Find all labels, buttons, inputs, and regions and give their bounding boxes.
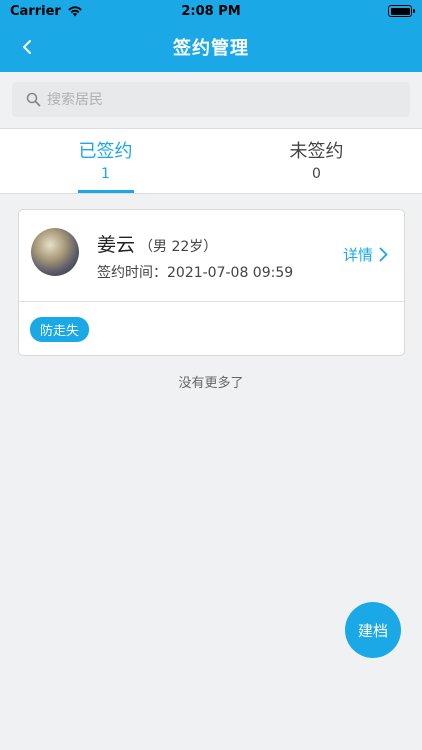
resident-card[interactable]: 姜云 （男 22岁） 签约时间：2021-07-08 09:59 详情 防走失	[18, 209, 405, 356]
battery-icon	[388, 5, 415, 17]
tag-badge: 防走失	[30, 316, 90, 342]
detail-label: 详情	[342, 246, 373, 264]
carrier-label: Carrier	[10, 3, 61, 19]
wifi-icon	[68, 6, 82, 17]
tab-unsigned-label: 未签约	[289, 141, 344, 162]
tab-signed[interactable]: 已签约 1	[0, 129, 211, 193]
resident-name-line: 姜云 （男 22岁）	[97, 230, 217, 257]
back-button[interactable]	[14, 34, 40, 60]
search-box[interactable]	[12, 82, 410, 117]
tab-active-indicator	[77, 190, 134, 193]
avatar	[31, 228, 79, 276]
search-input[interactable]	[47, 91, 387, 108]
tab-unsigned-count: 0	[312, 166, 321, 182]
search-area	[0, 72, 422, 128]
create-record-button[interactable]: 建档	[345, 602, 401, 658]
sign-time: 签约时间：2021-07-08 09:59	[97, 265, 294, 281]
chevron-left-icon	[23, 40, 31, 54]
status-bar: Carrier 2:08 PM	[0, 0, 422, 22]
chevron-right-icon	[379, 247, 388, 262]
resident-name: 姜云	[97, 234, 136, 256]
tab-signed-count: 1	[101, 166, 110, 182]
page-title: 签约管理	[173, 38, 249, 59]
resident-card-tags: 防走失	[19, 302, 404, 356]
tab-bar: 已签约 1 未签约 0	[0, 128, 422, 194]
detail-button[interactable]: 详情	[343, 244, 388, 265]
tab-unsigned[interactable]: 未签约 0	[211, 129, 422, 193]
list-end-text: 没有更多了	[178, 376, 244, 391]
tab-signed-label: 已签约	[78, 141, 133, 162]
resident-card-header: 姜云 （男 22岁） 签约时间：2021-07-08 09:59 详情	[19, 210, 404, 302]
nav-bar: 签约管理	[0, 22, 422, 72]
resident-meta: （男 22岁）	[139, 239, 218, 255]
search-icon	[26, 92, 41, 107]
status-left: Carrier	[10, 4, 83, 19]
